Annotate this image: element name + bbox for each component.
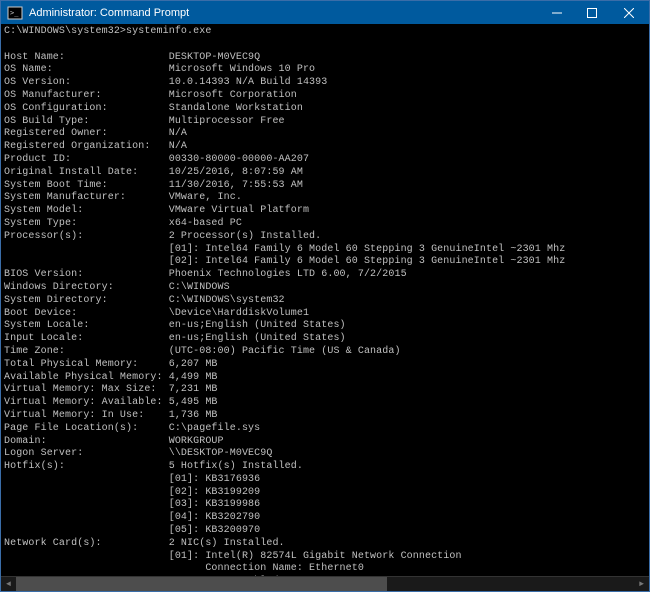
command-prompt-window: >_ Administrator: Command Prompt C:\WIND…	[0, 0, 650, 592]
scrollbar-track[interactable]	[16, 577, 634, 591]
minimize-button[interactable]	[539, 1, 574, 24]
maximize-button[interactable]	[574, 1, 609, 24]
window-controls	[539, 1, 649, 24]
terminal-output[interactable]: C:\WINDOWS\system32>systeminfo.exe Host …	[1, 24, 649, 576]
close-button[interactable]	[609, 1, 649, 24]
app-icon: >_	[7, 5, 23, 21]
scroll-right-arrow[interactable]: ►	[634, 577, 649, 592]
titlebar[interactable]: >_ Administrator: Command Prompt	[1, 1, 649, 24]
window-title: Administrator: Command Prompt	[27, 7, 539, 19]
horizontal-scrollbar[interactable]: ◄ ►	[1, 576, 649, 591]
scrollbar-thumb[interactable]	[16, 577, 387, 591]
svg-text:>_: >_	[10, 9, 19, 17]
scroll-left-arrow[interactable]: ◄	[1, 577, 16, 592]
